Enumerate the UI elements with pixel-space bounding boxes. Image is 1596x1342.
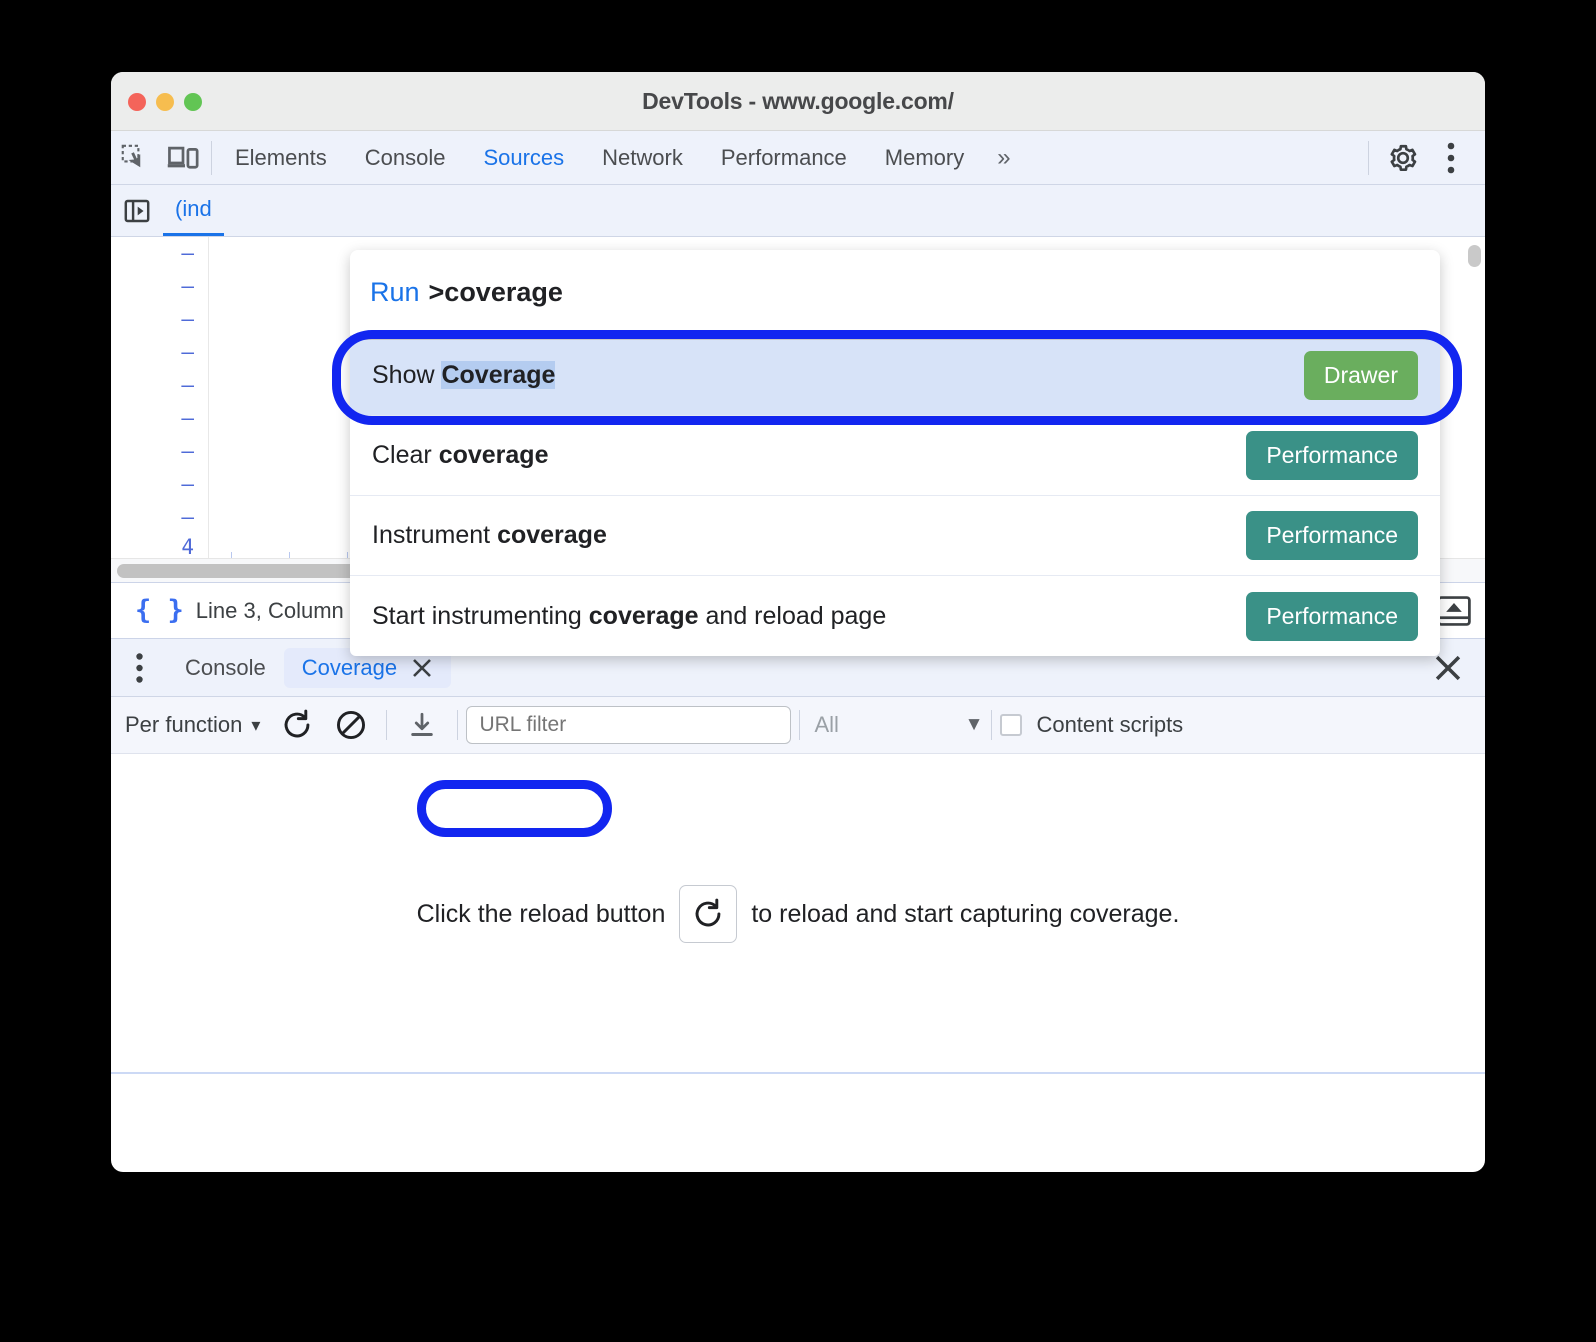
- show-navigator-icon[interactable]: [111, 197, 163, 225]
- tab-console[interactable]: Console: [346, 131, 465, 184]
- drawer-footer: [111, 1074, 1485, 1116]
- clear-icon[interactable]: [324, 703, 378, 747]
- toolbar-divider: [799, 710, 801, 740]
- command-label-match: coverage: [497, 521, 607, 549]
- command-label: Clear coverage: [372, 441, 1246, 470]
- toolbar-divider: [211, 140, 212, 175]
- window-titlebar: DevTools - www.google.com/: [111, 72, 1485, 131]
- chevron-down-icon: ▾: [251, 714, 261, 735]
- selection-top-rule: [350, 336, 1440, 340]
- line-number-gutter: – – – – – – – – – 4 –: [111, 237, 208, 582]
- device-toolbar-icon[interactable]: [159, 134, 207, 182]
- tab-sources[interactable]: Sources: [464, 131, 583, 184]
- command-label-pre: Instrument: [372, 521, 498, 549]
- line-number: –: [181, 340, 194, 364]
- tab-elements[interactable]: Elements: [216, 131, 346, 184]
- type-filter-label: All: [814, 712, 839, 737]
- tab-strip-actions: [1368, 131, 1485, 184]
- drawer-tab-label: Console: [185, 654, 266, 680]
- command-badge: Performance: [1246, 511, 1418, 560]
- command-label-match: coverage: [588, 601, 699, 630]
- command-palette-item-clear-coverage[interactable]: Clear coverage Performance: [350, 416, 1440, 496]
- drawer-tab-console[interactable]: Console: [167, 648, 284, 688]
- command-label: Show Coverage: [372, 361, 1304, 390]
- command-label-post: and reload page: [698, 601, 887, 630]
- minimize-window-button[interactable]: [156, 93, 174, 111]
- show-drawer-icon[interactable]: [1437, 595, 1471, 626]
- command-palette: Run >coverage Show Coverage Drawer Clear…: [350, 250, 1440, 656]
- line-number: –: [181, 505, 194, 529]
- command-label-pre: Clear: [372, 441, 439, 469]
- empty-state-message: Click the reload button to reload and st…: [416, 885, 1180, 943]
- command-palette-input[interactable]: >coverage: [429, 277, 563, 308]
- command-label-match: coverage: [438, 441, 549, 469]
- drawer-tab-label: Coverage: [301, 654, 398, 680]
- tab-performance[interactable]: Performance: [702, 131, 866, 184]
- line-number: 4: [181, 535, 194, 559]
- content-scripts-checkbox[interactable]: Content scripts: [1000, 712, 1183, 738]
- command-label: Instrument coverage: [372, 521, 1246, 550]
- editor-vertical-scrollbar[interactable]: [1468, 245, 1481, 267]
- coverage-empty-state: Click the reload button to reload and st…: [111, 754, 1485, 1074]
- more-tabs-chevron-icon[interactable]: »: [983, 131, 1021, 184]
- command-badge: Performance: [1246, 431, 1418, 480]
- close-window-button[interactable]: [128, 93, 146, 111]
- more-vertical-icon[interactable]: [111, 652, 167, 684]
- coverage-toolbar: Per function ▾ All ▼: [111, 697, 1485, 754]
- pretty-print-icon[interactable]: { }: [135, 595, 184, 626]
- tab-memory[interactable]: Memory: [866, 131, 983, 184]
- empty-state-suffix: to reload and start capturing coverage.: [751, 899, 1180, 928]
- command-palette-item-show-coverage[interactable]: Show Coverage Drawer: [350, 336, 1440, 416]
- command-badge: Performance: [1246, 591, 1418, 641]
- drawer-bottom-divider: [111, 1072, 1485, 1074]
- sources-file-tab-bar: (ind: [111, 185, 1485, 237]
- command-label: Start instrumenting coverage and reload …: [372, 602, 1246, 631]
- command-label-pre: Start instrumenting: [372, 601, 589, 630]
- command-badge: Drawer: [1303, 351, 1418, 400]
- type-filter-dropdown[interactable]: All ▼: [808, 712, 983, 738]
- toolbar-divider-right: [1368, 140, 1369, 175]
- toolbar-divider: [386, 710, 388, 740]
- granularity-dropdown[interactable]: Per function ▾: [125, 712, 270, 738]
- url-filter-input[interactable]: [466, 706, 792, 744]
- inspect-element-icon[interactable]: [111, 134, 159, 182]
- command-palette-prefix: Run: [370, 277, 420, 307]
- toolbar-divider: [991, 710, 993, 740]
- window-title: DevTools - www.google.com/: [642, 87, 954, 114]
- gear-icon[interactable]: [1379, 134, 1427, 182]
- more-vertical-icon[interactable]: [1427, 134, 1475, 182]
- download-icon[interactable]: [395, 703, 449, 747]
- tab-network[interactable]: Network: [583, 131, 702, 184]
- chevron-down-icon: ▼: [964, 714, 984, 735]
- command-palette-item-start-instrumenting[interactable]: Start instrumenting coverage and reload …: [350, 576, 1440, 656]
- line-number: –: [181, 373, 194, 397]
- toolbar-divider: [457, 710, 459, 740]
- line-number: –: [181, 274, 194, 298]
- command-palette-query[interactable]: Run >coverage: [350, 250, 1440, 336]
- checkbox-box[interactable]: [1000, 714, 1023, 736]
- line-number: –: [181, 439, 194, 463]
- command-label-match: Coverage: [441, 361, 556, 389]
- line-number: –: [181, 472, 194, 496]
- line-number: –: [181, 241, 194, 265]
- window-controls: [128, 93, 202, 111]
- command-label-pre: Show: [372, 361, 442, 389]
- empty-state-prefix: Click the reload button: [416, 899, 666, 928]
- devtools-tab-strip: Elements Console Sources Network Perform…: [111, 131, 1485, 185]
- command-palette-item-instrument-coverage[interactable]: Instrument coverage Performance: [350, 496, 1440, 576]
- reload-icon[interactable]: [679, 885, 738, 943]
- line-number: –: [181, 307, 194, 331]
- devtools-window: DevTools - www.google.com/ Elements Cons…: [111, 72, 1485, 1172]
- panel-tab-list: Elements Console Sources Network Perform…: [216, 131, 1022, 184]
- reload-icon[interactable]: [270, 703, 324, 747]
- content-scripts-label: Content scripts: [1036, 712, 1184, 737]
- close-drawer-icon[interactable]: [1433, 653, 1463, 683]
- maximize-window-button[interactable]: [184, 93, 202, 111]
- close-tab-icon[interactable]: [411, 657, 433, 679]
- line-number: –: [181, 406, 194, 430]
- granularity-label: Per function: [125, 712, 243, 737]
- file-tab-index[interactable]: (ind: [163, 185, 224, 236]
